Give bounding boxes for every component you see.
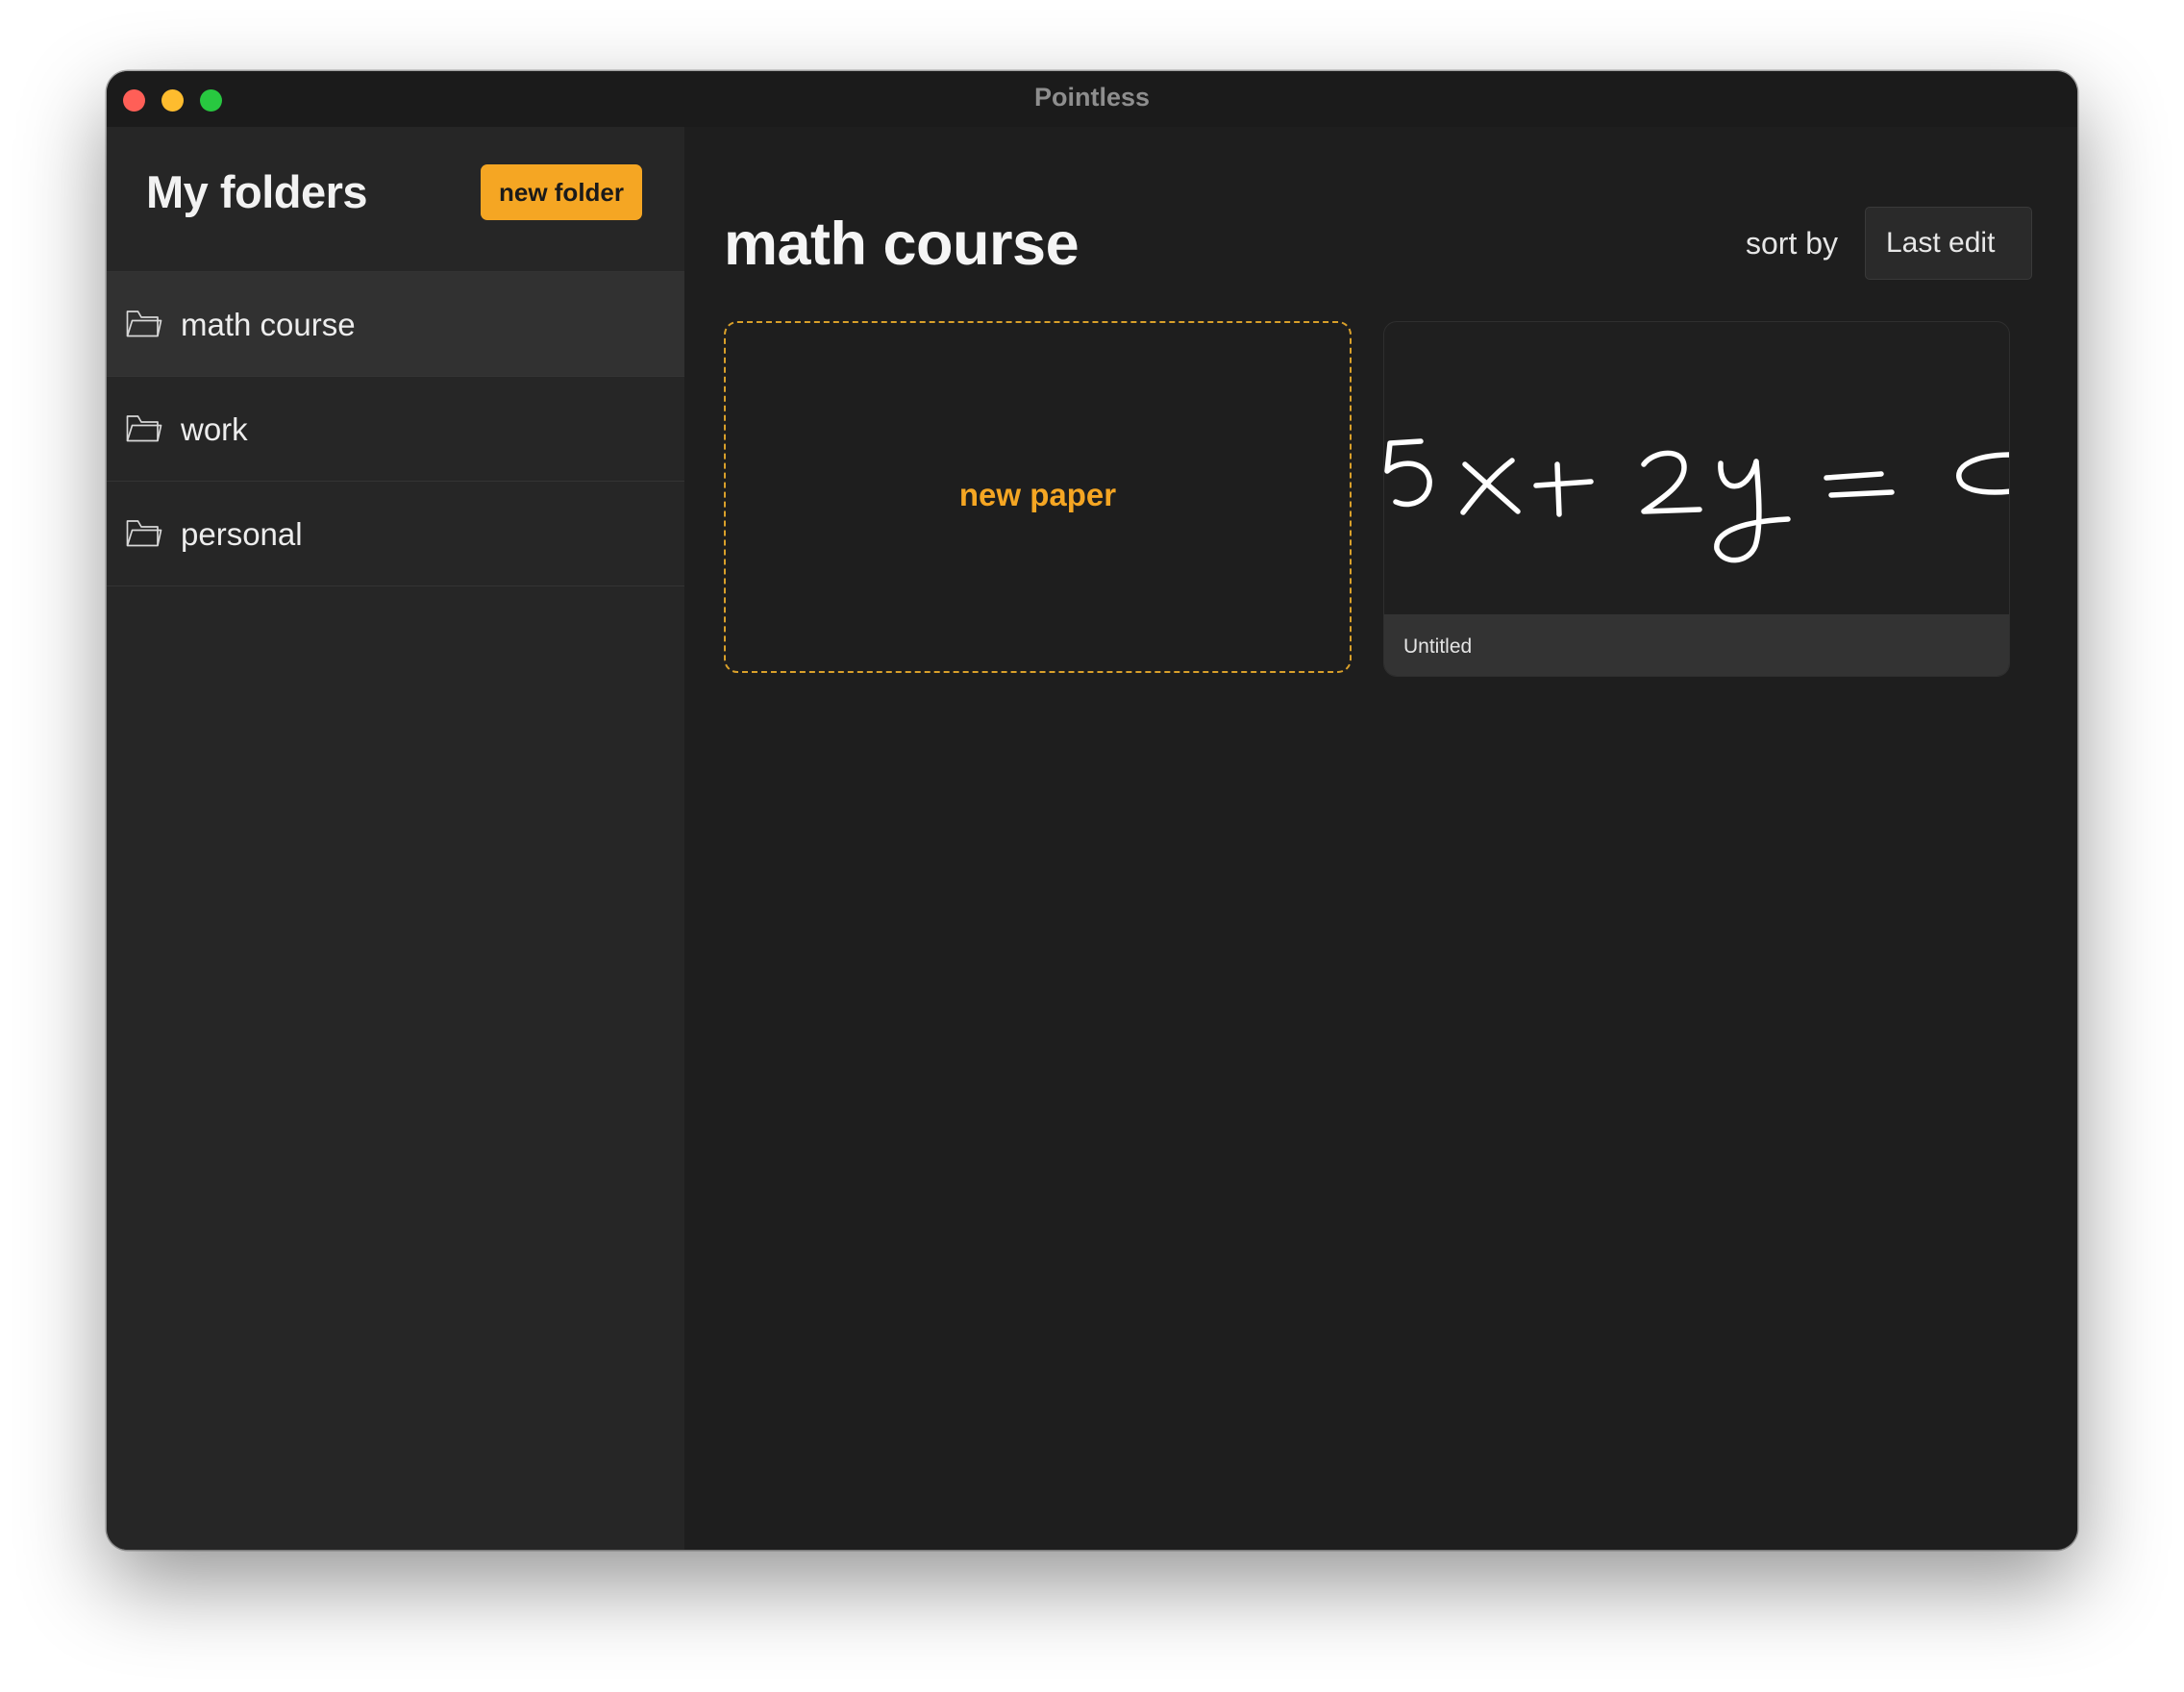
folder-icon bbox=[126, 415, 162, 442]
window-title: Pointless bbox=[1033, 83, 1151, 112]
sidebar-item-label: math course bbox=[181, 307, 356, 342]
new-paper-label: new paper bbox=[958, 477, 1117, 512]
new-folder-button[interactable]: new folder bbox=[481, 164, 642, 220]
paper-title: Untitled bbox=[1403, 635, 1473, 658]
paper-card-footer: Untitled bbox=[1384, 614, 2009, 676]
sidebar-item-personal[interactable]: personal bbox=[107, 482, 684, 586]
paper-preview-thumbnail bbox=[1384, 438, 2009, 563]
sidebar-item-label: personal bbox=[181, 516, 303, 552]
sidebar: My folders new folder math course work p… bbox=[107, 127, 684, 1550]
paper-card[interactable]: Untitled bbox=[1383, 321, 2010, 677]
folder-icon bbox=[126, 520, 162, 547]
sidebar-item-work[interactable]: work bbox=[107, 377, 684, 482]
sort-select[interactable]: Last edit bbox=[1865, 207, 2032, 280]
title-bar[interactable]: Pointless bbox=[107, 71, 2077, 127]
app-window: Pointless My folders new folder math cou… bbox=[107, 71, 2077, 1550]
sort-label: sort by bbox=[1746, 226, 1839, 261]
sidebar-title: My folders bbox=[146, 166, 368, 217]
sidebar-item-math-course[interactable]: math course bbox=[107, 272, 684, 377]
page-title: math course bbox=[724, 211, 1080, 278]
sidebar-header: My folders new folder bbox=[107, 127, 684, 271]
folder-icon bbox=[126, 311, 162, 337]
main-content: math course sort by Last edit new paper bbox=[684, 127, 2077, 1550]
sidebar-item-label: work bbox=[181, 411, 248, 447]
folder-list: math course work personal bbox=[107, 271, 684, 586]
new-paper-button[interactable]: new paper bbox=[724, 321, 1352, 673]
sort-select-value: Last edit bbox=[1886, 227, 1996, 259]
